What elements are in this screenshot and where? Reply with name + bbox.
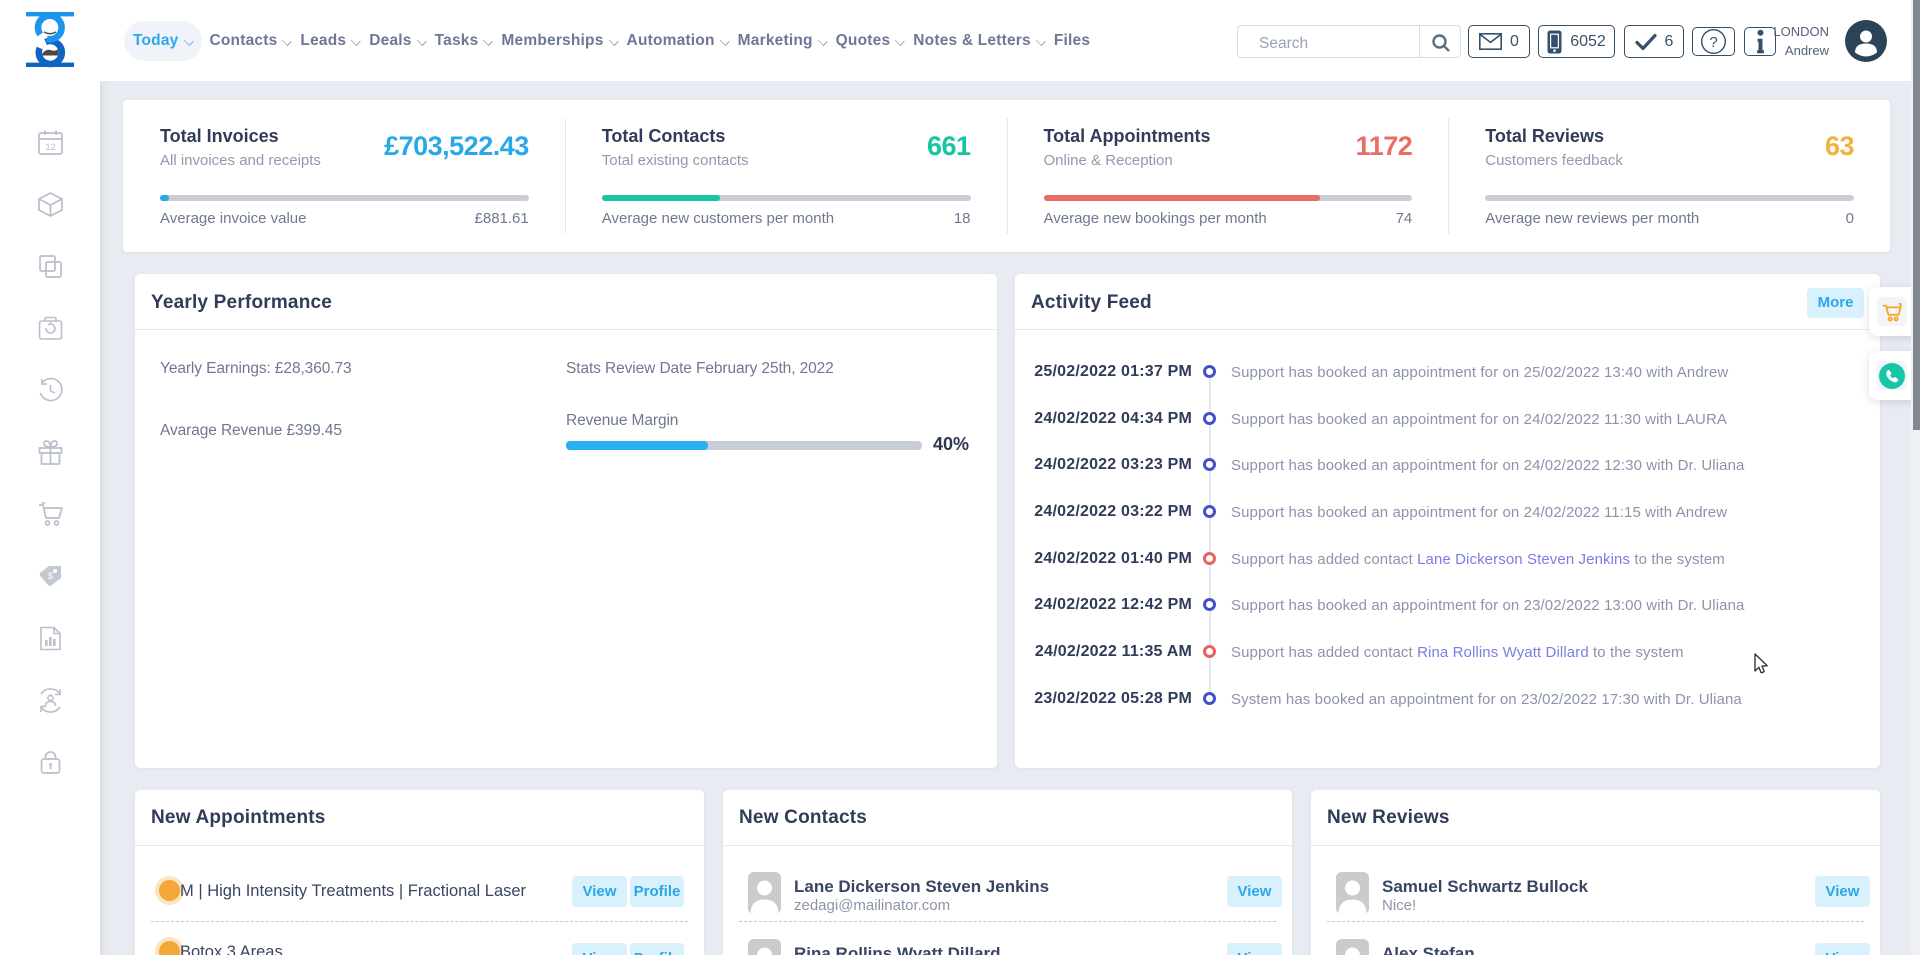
svg-text:12: 12 <box>45 142 56 153</box>
svg-text:$: $ <box>48 571 53 581</box>
svg-text:?: ? <box>1709 34 1717 51</box>
